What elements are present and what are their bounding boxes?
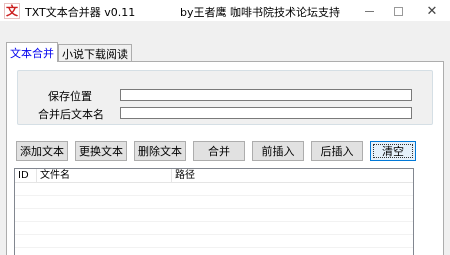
delete-text-button-label: 删除文本 bbox=[138, 145, 182, 158]
maximize-button[interactable] bbox=[384, 0, 412, 22]
app-logo-glyph: 文 bbox=[5, 4, 18, 18]
file-list-header: ID 文件名 路径 bbox=[15, 169, 413, 183]
insert-before-button-label: 前插入 bbox=[261, 145, 295, 158]
merge-button[interactable]: 合并 bbox=[193, 141, 245, 161]
column-header-path[interactable]: 路径 bbox=[172, 169, 415, 183]
list-row bbox=[15, 183, 413, 196]
list-row bbox=[15, 222, 413, 235]
save-location-input[interactable] bbox=[120, 89, 412, 101]
column-header-id[interactable]: ID bbox=[15, 169, 37, 183]
insert-after-button[interactable]: 后插入 bbox=[311, 141, 363, 161]
insert-before-button[interactable]: 前插入 bbox=[252, 141, 304, 161]
column-header-filename[interactable]: 文件名 bbox=[37, 169, 172, 183]
window-credit: by王者鹰 咖啡书院技术论坛支持 bbox=[180, 6, 340, 19]
minimize-icon bbox=[364, 10, 374, 12]
close-button[interactable]: ✕ bbox=[418, 0, 446, 22]
title-bar[interactable]: 文 TXT文本合并器 v0.11 by王者鹰 咖啡书院技术论坛支持 ✕ bbox=[0, 0, 450, 22]
list-row bbox=[15, 235, 413, 248]
window-title: TXT文本合并器 v0.11 bbox=[25, 6, 136, 19]
save-location-label: 保存位置 bbox=[48, 90, 92, 103]
list-row bbox=[15, 209, 413, 222]
settings-group: 保存位置 合并后文本名 bbox=[17, 70, 433, 125]
app-logo-icon: 文 bbox=[4, 3, 20, 19]
insert-after-button-label: 后插入 bbox=[320, 145, 354, 158]
add-text-button-label: 添加文本 bbox=[20, 145, 64, 158]
focus-ring bbox=[373, 144, 413, 158]
merged-name-input[interactable] bbox=[120, 107, 412, 119]
tab-novel-download-label: 小说下载阅读 bbox=[62, 47, 128, 61]
merge-button-label: 合并 bbox=[208, 145, 230, 158]
maximize-icon bbox=[393, 6, 403, 16]
tab-strip: 文本合并 小说下载阅读 bbox=[6, 42, 132, 62]
tab-text-merge-label: 文本合并 bbox=[10, 46, 54, 60]
replace-text-button[interactable]: 更换文本 bbox=[75, 141, 127, 161]
tab-novel-download[interactable]: 小说下载阅读 bbox=[58, 44, 132, 62]
merged-name-label: 合并后文本名 bbox=[38, 108, 104, 121]
clear-button[interactable]: 清空 bbox=[370, 141, 416, 161]
list-row bbox=[15, 196, 413, 209]
add-text-button[interactable]: 添加文本 bbox=[16, 141, 68, 161]
tab-panel-text-merge: 保存位置 合并后文本名 添加文本 更换文本 删除文本 合并 前插入 后插入 清空 bbox=[6, 61, 444, 255]
file-list[interactable]: ID 文件名 路径 bbox=[14, 168, 414, 255]
replace-text-button-label: 更换文本 bbox=[79, 145, 123, 158]
tab-text-merge[interactable]: 文本合并 bbox=[6, 42, 58, 62]
close-icon: ✕ bbox=[426, 3, 438, 19]
minimize-button[interactable] bbox=[355, 0, 383, 22]
delete-text-button[interactable]: 删除文本 bbox=[134, 141, 186, 161]
main-area: 文本合并 小说下载阅读 保存位置 合并后文本名 添加文本 更换文本 删除文本 合… bbox=[0, 22, 450, 255]
